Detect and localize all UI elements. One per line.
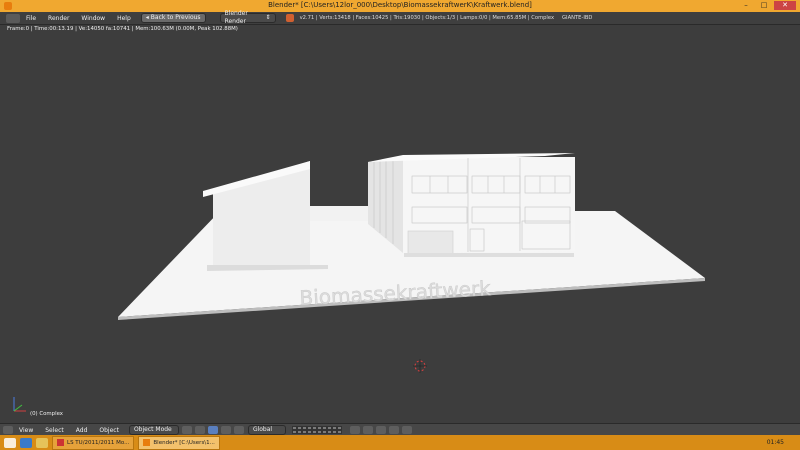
- scene-stats: v2.71 | Verts:13418 | Faces:10425 | Tris…: [299, 15, 555, 21]
- dropdown-arrow-icon: ⇕: [265, 14, 271, 21]
- layers-grid[interactable]: [291, 426, 342, 434]
- extra-label: GIANTE-IBD: [562, 15, 593, 21]
- back-arrow-icon: ◂: [145, 14, 149, 21]
- menu-add[interactable]: Add: [70, 427, 94, 434]
- axes-gizmo-icon: [13, 397, 26, 412]
- snap-icon[interactable]: [362, 426, 373, 434]
- editor-type-icon[interactable]: [6, 13, 20, 23]
- close-icon[interactable]: ✕: [774, 1, 796, 10]
- render-engine-select[interactable]: Blender Render ⇕: [219, 10, 276, 25]
- editor-type-icon[interactable]: [3, 426, 13, 434]
- menu-render[interactable]: Render: [42, 15, 75, 22]
- menu-object[interactable]: Object: [93, 427, 125, 434]
- orientation-select[interactable]: Global: [247, 425, 286, 435]
- system-clock: 01:45: [766, 439, 784, 446]
- window-titlebar: Blender* [C:\Users\12lor_000\Desktop\Bio…: [0, 0, 800, 12]
- menu-help[interactable]: Help: [111, 15, 137, 22]
- shading-icon[interactable]: [181, 426, 192, 434]
- minimize-icon[interactable]: –: [738, 1, 754, 10]
- snap-target-icon[interactable]: [375, 426, 386, 434]
- menu-select[interactable]: Select: [39, 427, 70, 434]
- manipulator-icon[interactable]: [207, 426, 218, 434]
- taskbar-item-blender[interactable]: Blender* [C:\Users\1...: [138, 435, 220, 450]
- translate-icon[interactable]: [220, 426, 231, 434]
- ie-icon[interactable]: [20, 437, 32, 448]
- windows-taskbar: LS TU/2011/2011 Mo... Blender* [C:\Users…: [0, 435, 800, 450]
- explorer-icon[interactable]: [36, 437, 48, 448]
- window-controls: – □ ✕: [738, 1, 796, 11]
- camera-icon[interactable]: [401, 426, 412, 434]
- pivot-icon[interactable]: [194, 426, 205, 434]
- back-to-previous-button[interactable]: ◂ Back to Previous: [140, 13, 206, 23]
- active-object-label: (0) Complex: [30, 411, 63, 417]
- scene-render: Biomassekraftwerk: [13, 153, 705, 412]
- menu-window[interactable]: Window: [75, 15, 111, 22]
- menu-file[interactable]: File: [20, 15, 42, 22]
- rotate-icon[interactable]: [233, 426, 244, 434]
- window-title: Blender* [C:\Users\12lor_000\Desktop\Bio…: [268, 1, 532, 9]
- start-icon[interactable]: [4, 437, 16, 448]
- taskbar-item-document[interactable]: LS TU/2011/2011 Mo...: [52, 435, 135, 450]
- menu-view[interactable]: View: [13, 427, 39, 434]
- maximize-icon[interactable]: □: [756, 1, 772, 10]
- mode-select[interactable]: Object Mode: [128, 425, 179, 435]
- blender-icon: [285, 14, 294, 22]
- lock-icon[interactable]: [349, 426, 360, 434]
- info-header: File Render Window Help ◂ Back to Previo…: [0, 10, 800, 25]
- pdf-icon: [57, 439, 64, 446]
- 3d-viewport[interactable]: Frame:0 | Time:00:13.19 | Ve:14050 fa:10…: [0, 25, 800, 423]
- opengl-render-icon[interactable]: [388, 426, 399, 434]
- blender-taskbar-icon: [143, 439, 151, 446]
